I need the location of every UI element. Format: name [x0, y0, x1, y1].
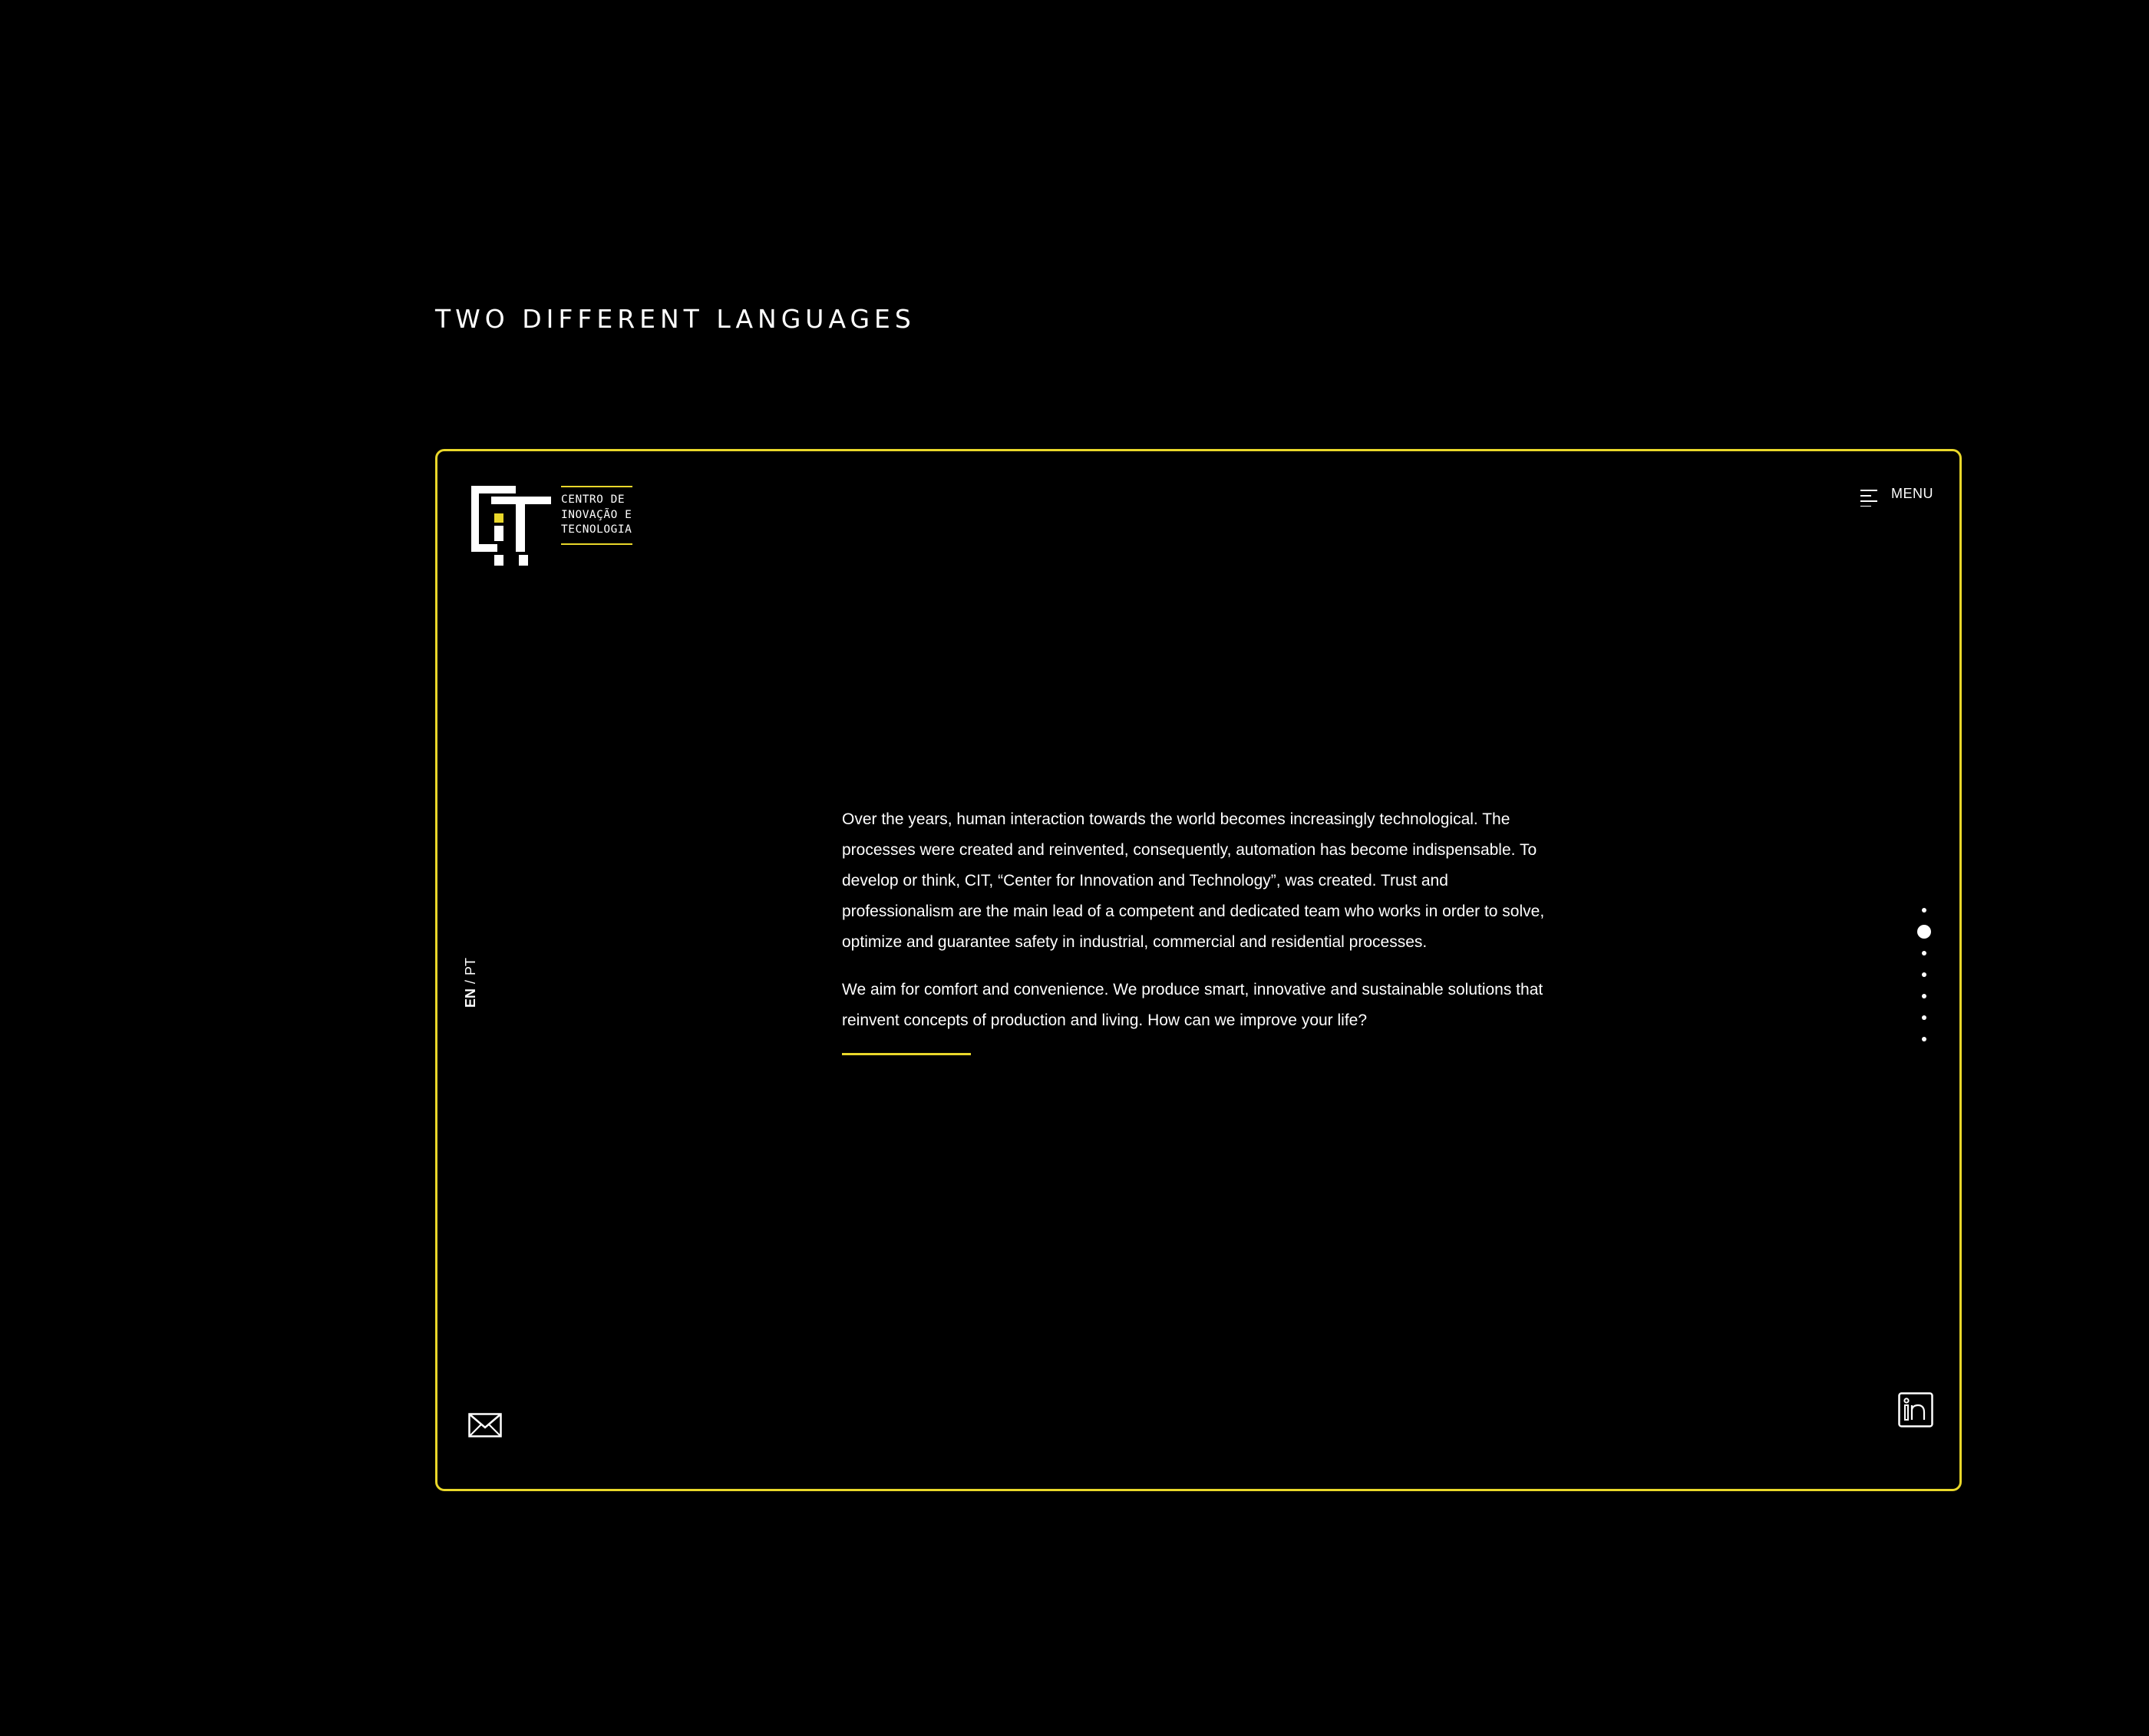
logo-line-2: INOVAÇÃO E: [561, 508, 632, 521]
logo-wordmark: CENTRO DE INOVAÇÃO E TECNOLOGIA: [561, 486, 632, 545]
pagination-dot-2[interactable]: [1917, 925, 1931, 939]
linkedin-icon[interactable]: [1898, 1392, 1933, 1427]
intro-paragraph-1: Over the years, human interaction toward…: [842, 810, 1545, 951]
accent-divider: [842, 1053, 971, 1055]
pagination-dot-6[interactable]: [1922, 1015, 1926, 1020]
menu-label: MENU: [1891, 486, 1933, 501]
mail-icon[interactable]: [468, 1413, 502, 1437]
cit-logo-icon: [471, 486, 551, 566]
pagination-dot-3[interactable]: [1922, 951, 1926, 955]
section-pagination: [1916, 899, 1932, 1050]
language-switch: EN / PT: [461, 931, 480, 1008]
pagination-dot-7[interactable]: [1922, 1037, 1926, 1041]
pagination-dot-1[interactable]: [1922, 908, 1926, 913]
menu-button[interactable]: MENU: [1860, 485, 1933, 507]
logo-line-1: CENTRO DE: [561, 493, 626, 506]
logo-line-3: TECNOLOGIA: [561, 523, 632, 536]
language-pt[interactable]: PT: [463, 958, 479, 975]
intro-paragraph-2: We aim for comfort and convenience. We p…: [842, 981, 1543, 1029]
website-mockup-frame: CENTRO DE INOVAÇÃO E TECNOLOGIA MENU EN …: [435, 449, 1962, 1491]
pagination-dot-5[interactable]: [1922, 994, 1926, 998]
menu-icon: [1860, 490, 1877, 507]
language-separator: /: [462, 979, 478, 984]
intro-content: Over the years, human interaction toward…: [842, 804, 1556, 1055]
language-en[interactable]: EN: [463, 988, 479, 1008]
pagination-dot-4[interactable]: [1922, 972, 1926, 977]
cit-logo[interactable]: CENTRO DE INOVAÇÃO E TECNOLOGIA: [471, 486, 632, 567]
section-heading: TWO DIFFERENT LANGUAGES: [435, 304, 916, 334]
